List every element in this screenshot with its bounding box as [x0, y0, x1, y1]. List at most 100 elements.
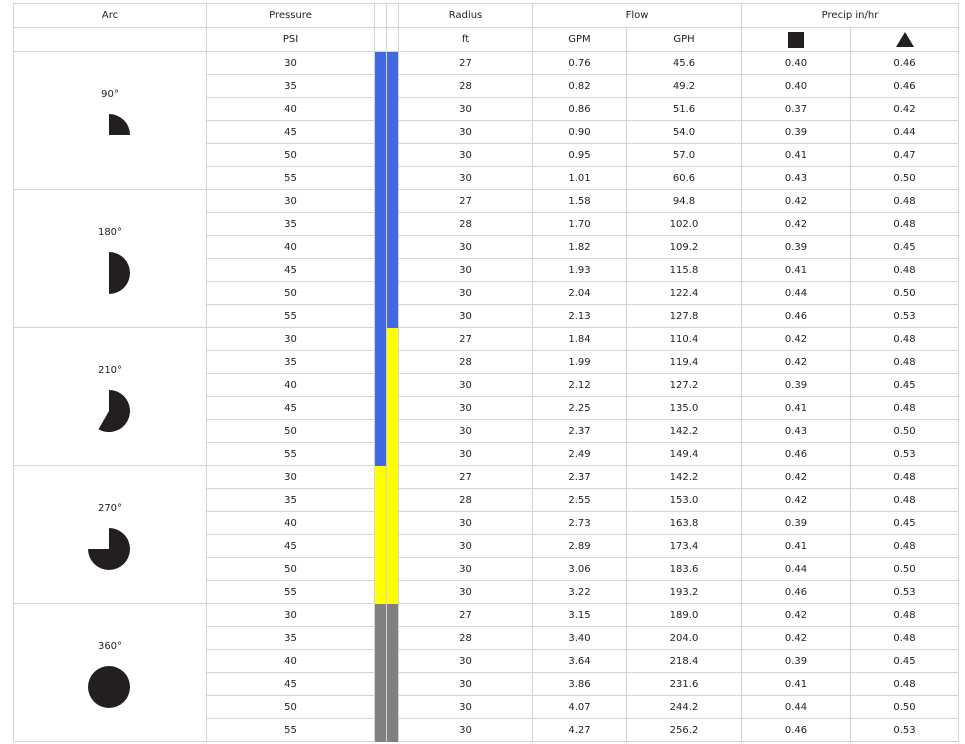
pressure-header: Pressure [206, 3, 375, 28]
gpm-value: 2.37 [532, 419, 627, 443]
precip-square-value: 0.41 [741, 396, 851, 420]
nozzle-band-left [374, 718, 387, 742]
radius-value: 27 [398, 327, 533, 351]
gph-value: 57.0 [626, 143, 742, 167]
gpm-value: 2.49 [532, 442, 627, 466]
precip-triangle-value: 0.53 [850, 718, 959, 742]
precip-square-value: 0.40 [741, 51, 851, 75]
arc-cell: 270° [13, 465, 207, 604]
nozzle-band-right [386, 51, 399, 75]
band-header-left [374, 3, 387, 28]
header-row-titles: Arc Pressure Radius Flow Precip in/hr [13, 3, 959, 28]
precip-square-value: 0.42 [741, 488, 851, 512]
nozzle-band-left [374, 327, 387, 351]
precip-triangle-value: 0.47 [850, 143, 959, 167]
precip-triangle-value: 0.42 [850, 97, 959, 121]
flow-header: Flow [532, 3, 742, 28]
gph-value: 193.2 [626, 580, 742, 604]
radius-value: 30 [398, 373, 533, 397]
nozzle-band-left [374, 557, 387, 581]
radius-value: 30 [398, 718, 533, 742]
nozzle-band-left [374, 74, 387, 98]
precip-triangle-value: 0.50 [850, 695, 959, 719]
radius-value: 30 [398, 97, 533, 121]
gpm-value: 1.99 [532, 350, 627, 374]
nozzle-band-right [386, 327, 399, 351]
precip-triangle-value: 0.48 [850, 488, 959, 512]
square-spacing-icon [788, 31, 804, 48]
radius-value: 30 [398, 396, 533, 420]
gph-value: 244.2 [626, 695, 742, 719]
arc-180-icon [109, 252, 130, 294]
radius-value: 30 [398, 143, 533, 167]
arc-360-icon [88, 666, 130, 708]
gph-unit: GPH [626, 27, 742, 52]
nozzle-band-right [386, 557, 399, 581]
psi-value: 35 [206, 212, 375, 236]
psi-value: 35 [206, 626, 375, 650]
precip-square-value: 0.41 [741, 258, 851, 282]
nozzle-band-right [386, 189, 399, 213]
psi-unit: PSI [206, 27, 375, 52]
psi-value: 30 [206, 603, 375, 627]
nozzle-band-left [374, 534, 387, 558]
gpm-value: 1.58 [532, 189, 627, 213]
precip-triangle-value: 0.53 [850, 442, 959, 466]
radius-value: 30 [398, 258, 533, 282]
gph-value: 110.4 [626, 327, 742, 351]
precip-triangle-value: 0.46 [850, 51, 959, 75]
radius-value: 30 [398, 304, 533, 328]
gpm-value: 2.73 [532, 511, 627, 535]
radius-value: 30 [398, 580, 533, 604]
precip-square-value: 0.43 [741, 166, 851, 190]
arc-header: Arc [13, 3, 207, 28]
precip-triangle-value: 0.48 [850, 212, 959, 236]
precip-triangle-value: 0.48 [850, 258, 959, 282]
precip-triangle-value: 0.48 [850, 327, 959, 351]
gph-value: 256.2 [626, 718, 742, 742]
precip-triangle-value: 0.45 [850, 649, 959, 673]
gph-value: 153.0 [626, 488, 742, 512]
precip-square-value: 0.41 [741, 534, 851, 558]
nozzle-band-right [386, 350, 399, 374]
nozzle-band-left [374, 350, 387, 374]
psi-value: 45 [206, 258, 375, 282]
nozzle-band-left [374, 672, 387, 696]
precip-square-value: 0.39 [741, 649, 851, 673]
precip-square-value: 0.42 [741, 350, 851, 374]
gpm-value: 1.93 [532, 258, 627, 282]
radius-value: 30 [398, 511, 533, 535]
gpm-value: 2.12 [532, 373, 627, 397]
gpm-value: 1.84 [532, 327, 627, 351]
gph-value: 189.0 [626, 603, 742, 627]
triangle-spacing-header [850, 27, 959, 52]
nozzle-band-right [386, 74, 399, 98]
gph-value: 119.4 [626, 350, 742, 374]
radius-value: 30 [398, 120, 533, 144]
table-body: 90° 30 27 0.76 45.6 0.40 0.46 35 28 0.82 49.2 0.40 0… [13, 51, 959, 742]
precip-square-value: 0.41 [741, 672, 851, 696]
psi-value: 55 [206, 718, 375, 742]
precip-triangle-value: 0.46 [850, 74, 959, 98]
psi-value: 40 [206, 649, 375, 673]
band-header-right [386, 3, 399, 28]
psi-value: 50 [206, 695, 375, 719]
gph-value: 142.2 [626, 419, 742, 443]
nozzle-band-right [386, 626, 399, 650]
arc-label: 360° [97, 641, 123, 652]
gpm-value: 3.22 [532, 580, 627, 604]
radius-value: 28 [398, 488, 533, 512]
precip-triangle-value: 0.53 [850, 580, 959, 604]
arc-label: 210° [97, 365, 123, 376]
nozzle-band-right [386, 534, 399, 558]
radius-value: 30 [398, 649, 533, 673]
psi-value: 50 [206, 143, 375, 167]
nozzle-band-left [374, 258, 387, 282]
arc-label: 180° [97, 227, 123, 238]
psi-value: 40 [206, 235, 375, 259]
gpm-unit: GPM [532, 27, 627, 52]
radius-value: 28 [398, 74, 533, 98]
nozzle-band-left [374, 626, 387, 650]
gph-value: 127.2 [626, 373, 742, 397]
header-row-units: PSI ft GPM GPH [13, 27, 959, 52]
